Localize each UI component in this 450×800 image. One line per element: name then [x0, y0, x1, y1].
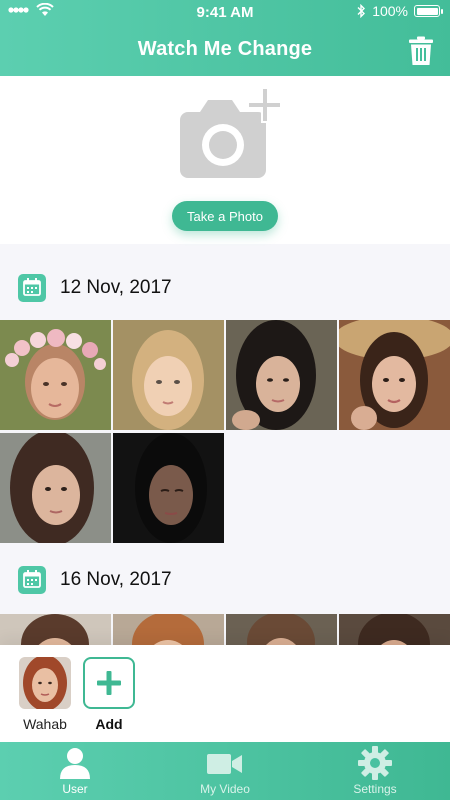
tab-settings[interactable]: Settings [300, 742, 450, 800]
photo-grid [0, 614, 450, 645]
battery-percent: 100% [372, 3, 408, 19]
add-photo-camera-icon[interactable] [180, 88, 280, 180]
photo-thumbnail[interactable] [113, 614, 224, 645]
tab-label: User [62, 782, 88, 796]
calendar-icon [18, 274, 46, 302]
tab-label: My Video [200, 782, 250, 796]
tab-bar: User My Video Settings [0, 742, 450, 800]
tab-label: Settings [353, 782, 397, 796]
section-date: 12 Nov, 2017 [60, 277, 172, 298]
gear-icon [358, 746, 392, 780]
battery-icon [414, 5, 443, 17]
photo-thumbnail[interactable] [113, 433, 224, 543]
photo-thumbnail[interactable] [0, 320, 111, 430]
user-icon [60, 748, 90, 779]
photo-thumbnail[interactable] [339, 320, 450, 430]
tab-my-video[interactable]: My Video [150, 742, 300, 800]
photo-thumbnail[interactable] [0, 433, 111, 543]
photo-thumbnail[interactable] [339, 614, 450, 645]
bluetooth-icon [357, 4, 366, 18]
user-selector: Wahab Add [0, 645, 450, 742]
take-photo-button[interactable]: Take a Photo [172, 201, 278, 231]
plus-icon [97, 671, 121, 695]
camera-panel: Take a Photo [0, 76, 450, 244]
page-title: Watch Me Change [137, 38, 313, 60]
status-right: 100% [356, 3, 443, 19]
status-bar: 9:41 AM 100% [0, 0, 450, 24]
add-user-label: Add [95, 716, 123, 732]
tab-user[interactable]: User [0, 742, 150, 800]
section-date: 16 Nov, 2017 [60, 569, 172, 590]
photo-thumbnail[interactable] [113, 320, 224, 430]
photo-grid [0, 320, 450, 544]
add-user-button[interactable]: Add [81, 657, 137, 732]
app-header: 9:41 AM 100% Watch Me Change [0, 0, 450, 76]
video-camera-icon [207, 754, 242, 774]
photo-thumbnail[interactable] [0, 614, 111, 645]
photo-thumbnail[interactable] [226, 320, 337, 430]
photo-thumbnail[interactable] [226, 614, 337, 645]
trash-icon[interactable] [408, 36, 434, 66]
avatar [19, 657, 71, 709]
date-header: 12 Nov, 2017 [0, 268, 450, 308]
calendar-icon [18, 566, 46, 594]
user-item[interactable]: Wahab [17, 657, 73, 732]
date-header: 16 Nov, 2017 [0, 560, 450, 600]
add-user-box[interactable] [83, 657, 135, 709]
user-name: Wahab [23, 716, 67, 732]
